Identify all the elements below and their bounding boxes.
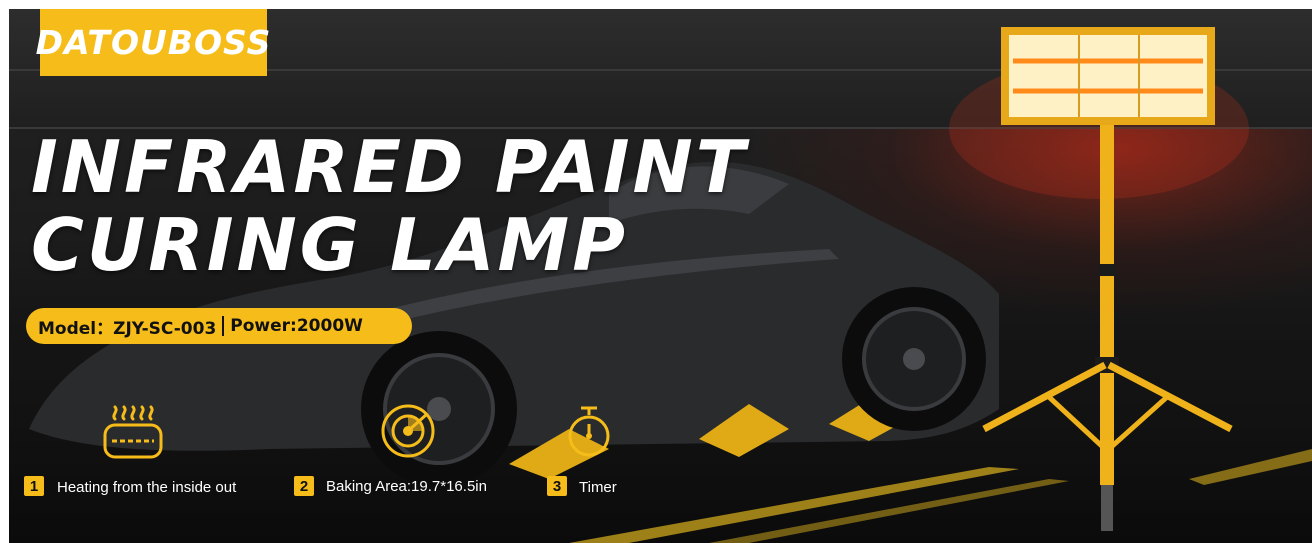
feature-label-timer: Timer: [579, 479, 617, 496]
feature-number-3: 3: [547, 476, 567, 496]
headline-line-1: INFRARED PAINT: [31, 125, 748, 209]
tripod-leg: [1107, 361, 1233, 433]
spec-divider: [222, 316, 225, 336]
heater-icon: [103, 405, 163, 459]
feature-label-heating: Heating from the inside out: [57, 479, 237, 496]
product-banner: DATOUBOSS INFRARED PAINT CURING LAMP Mod…: [9, 9, 1312, 543]
tripod-leg: [982, 361, 1107, 433]
road-lane-marking: [1189, 449, 1312, 485]
lamp-element: [1009, 35, 1207, 117]
spec-pill: Model：ZJY-SC-003 Power:2000W: [26, 308, 412, 344]
lamp-pole: [1100, 125, 1114, 485]
feature-label-baking-area: Baking Area:19.7*16.5in: [326, 478, 487, 495]
power-spec: Power:2000W: [230, 316, 363, 336]
headline-line-2: CURING LAMP: [31, 203, 628, 287]
feature-number-1: 1: [24, 476, 44, 496]
brand-logo: DATOUBOSS: [36, 9, 270, 76]
feature-number-2: 2: [294, 476, 314, 496]
model-spec: Model：ZJY-SC-003: [38, 318, 217, 339]
radar-target-icon: [381, 404, 435, 458]
stopwatch-icon: [568, 406, 610, 457]
